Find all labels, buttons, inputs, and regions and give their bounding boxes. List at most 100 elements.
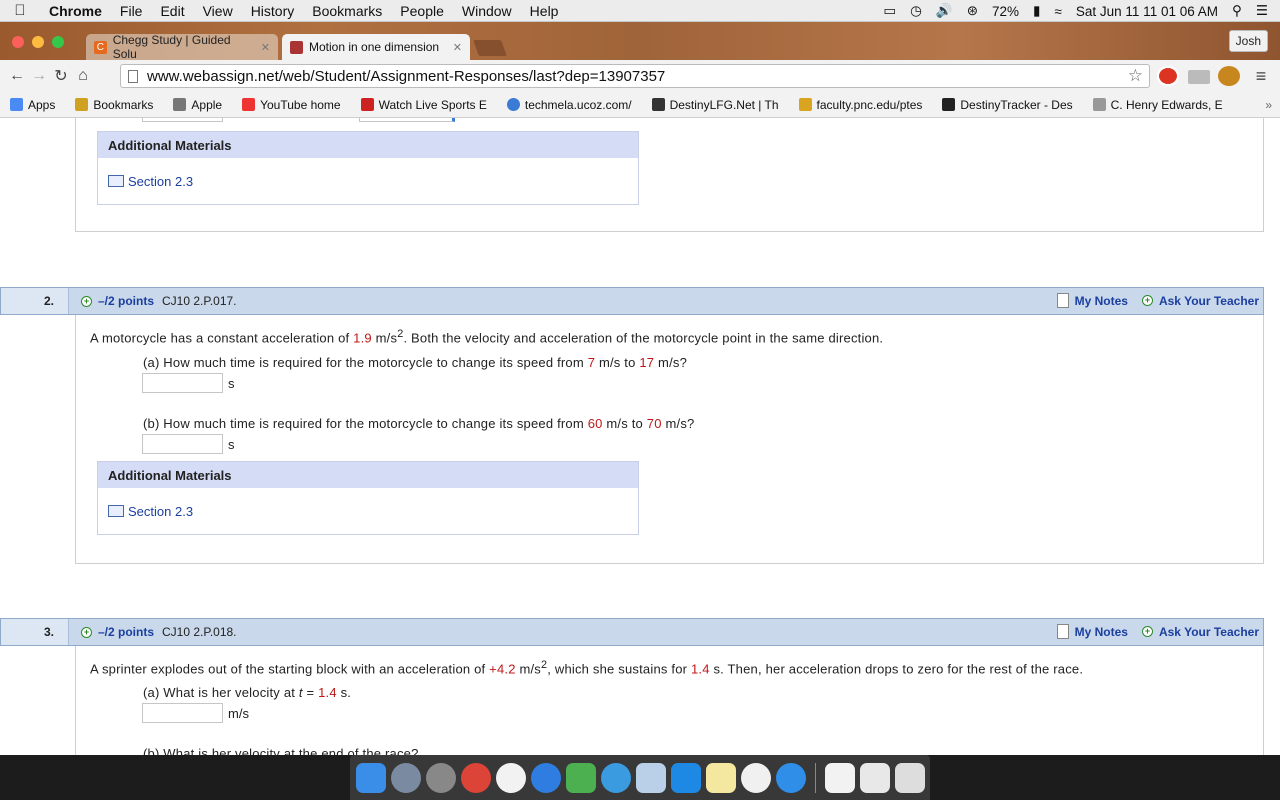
question-number: 2. [1, 288, 69, 314]
menu-app-name[interactable]: Chrome [40, 3, 111, 19]
bluetooth-icon[interactable]: ⊛ [967, 3, 978, 19]
system-preferences-icon[interactable] [426, 762, 456, 793]
apple-menu-icon[interactable]:  [0, 2, 40, 19]
macos-menubar:  Chrome File Edit View History Bookmark… [0, 0, 1280, 22]
notes-icon[interactable] [1056, 293, 1069, 308]
section-link[interactable]: Section 2.3 [128, 174, 193, 189]
spotlight-icon[interactable]: ⚲ [1232, 3, 1242, 19]
bookmark-pnc[interactable]: faculty.pnc.edu/ptes [789, 98, 933, 112]
webassign-favicon-icon [290, 40, 303, 54]
extension-icon[interactable] [1218, 66, 1240, 86]
ask-plus-icon[interactable]: + [1141, 295, 1153, 306]
bookmark-techmela[interactable]: techmela.ucoz.com/ [497, 98, 642, 112]
zoom-window-button[interactable] [52, 36, 64, 48]
messages-icon[interactable] [601, 762, 631, 793]
expand-plus-icon[interactable]: + [81, 626, 92, 638]
bookmark-sports[interactable]: Watch Live Sports E [351, 98, 497, 112]
page-info-icon[interactable] [128, 70, 138, 83]
app-store-icon[interactable] [531, 762, 561, 793]
menu-help[interactable]: Help [521, 3, 568, 19]
photos-icon[interactable] [741, 762, 771, 793]
url-text: www.webassign.net/web/Student/Assignment… [147, 67, 666, 85]
tab-close-icon[interactable]: ✕ [453, 41, 462, 54]
menu-history[interactable]: History [242, 3, 304, 19]
additional-materials-heading: Additional Materials [98, 132, 638, 158]
forward-icon[interactable]: → [28, 67, 50, 85]
ask-teacher-link[interactable]: Ask Your Teacher [1159, 625, 1259, 639]
question-3a-text: (a) What is her velocity at t = 1.4 s. [143, 685, 352, 700]
finder-icon[interactable] [356, 762, 386, 793]
skype-icon[interactable] [671, 762, 701, 793]
notification-center-icon[interactable]: ☰ [1256, 3, 1268, 19]
tab-close-icon[interactable]: ✕ [261, 41, 270, 54]
preview-icon[interactable] [636, 762, 666, 793]
answer-3a-input[interactable] [142, 703, 223, 723]
notes-icon[interactable] [1056, 624, 1069, 639]
chrome-menu-icon[interactable]: ≡ [1250, 66, 1272, 87]
bookmarks-overflow-icon[interactable]: » [1265, 98, 1280, 112]
cast-icon[interactable] [1188, 70, 1210, 84]
home-icon[interactable]: ⌂ [72, 67, 94, 85]
menu-edit[interactable]: Edit [151, 3, 193, 19]
battery-icon: ▮ [1033, 3, 1041, 18]
battery-percent[interactable]: 72% [992, 4, 1019, 19]
question-code: CJ10 2.P.017. [162, 294, 237, 308]
question-number: 3. [1, 619, 69, 645]
bookmark-folder[interactable]: Bookmarks [65, 98, 163, 112]
menu-file[interactable]: File [111, 3, 152, 19]
tab-chegg[interactable]: C Chegg Study | Guided Solu ✕ [86, 33, 278, 61]
profile-button[interactable]: Josh [1228, 30, 1268, 52]
clock[interactable]: Sat Jun 11 11 01 06 AM [1076, 4, 1218, 19]
bookmark-edwards[interactable]: C. Henry Edwards, E [1083, 98, 1233, 112]
additional-materials-heading: Additional Materials [98, 462, 638, 488]
section-link[interactable]: Section 2.3 [128, 504, 193, 519]
menu-window[interactable]: Window [453, 3, 521, 19]
volume-icon[interactable]: 🔊 [936, 3, 953, 19]
menu-people[interactable]: People [391, 3, 453, 19]
bookmark-apple[interactable]: Apple [163, 98, 232, 112]
question-code: CJ10 2.P.018. [162, 625, 237, 639]
bookmark-apps[interactable]: Apps [0, 98, 65, 112]
close-window-button[interactable] [12, 36, 24, 48]
apps-grid-icon [10, 98, 23, 111]
bookmark-destinytracker[interactable]: DestinyTracker - Des [932, 98, 1082, 112]
launchpad-icon[interactable] [391, 762, 421, 793]
chrome-icon[interactable] [461, 762, 491, 793]
trash-icon[interactable] [895, 762, 925, 793]
safari-icon[interactable] [776, 762, 806, 793]
notes-app-icon[interactable] [706, 762, 736, 793]
address-bar[interactable]: www.webassign.net/web/Student/Assignment… [120, 64, 1150, 88]
bookmark-destinylfg[interactable]: DestinyLFG.Net | Th [642, 98, 789, 112]
bookmark-youtube[interactable]: YouTube home [232, 98, 351, 112]
my-notes-link[interactable]: My Notes [1075, 625, 1128, 639]
airplay-icon[interactable]: ▭ [883, 3, 896, 19]
facetime-icon[interactable] [566, 762, 596, 793]
window-controls [12, 36, 64, 48]
answer-2a-input[interactable] [142, 373, 223, 393]
menu-view[interactable]: View [194, 3, 242, 19]
question-points[interactable]: –/2 points [98, 625, 154, 639]
expand-plus-icon[interactable]: + [81, 295, 92, 307]
question-2-text: A motorcycle has a constant acceleration… [90, 328, 884, 346]
minimize-window-button[interactable] [32, 36, 44, 48]
downloads-icon[interactable] [860, 762, 890, 793]
new-tab-button[interactable] [473, 40, 507, 56]
answer-2b-input[interactable] [142, 434, 223, 454]
documents-icon[interactable] [825, 762, 855, 793]
question-points[interactable]: –/2 points [98, 294, 154, 308]
back-icon[interactable]: ← [6, 67, 28, 85]
ask-teacher-link[interactable]: Ask Your Teacher [1159, 294, 1259, 308]
menu-bookmarks[interactable]: Bookmarks [303, 3, 391, 19]
time-machine-icon[interactable]: ◷ [910, 3, 922, 19]
wifi-icon[interactable]: ≈ [1054, 4, 1061, 19]
chegg-favicon-icon: C [94, 40, 107, 54]
itunes-icon[interactable] [496, 762, 526, 793]
bookmark-star-icon[interactable]: ☆ [1128, 66, 1143, 86]
tab-motion[interactable]: Motion in one dimension ✕ [282, 34, 470, 60]
additional-materials-q2: Additional Materials Section 2.3 [97, 461, 639, 535]
reload-icon[interactable]: ↻ [50, 66, 72, 86]
my-notes-link[interactable]: My Notes [1075, 294, 1128, 308]
ask-plus-icon[interactable]: + [1141, 626, 1153, 637]
adblock-extension-icon[interactable] [1157, 66, 1179, 86]
question-3b-text: (b) What is her velocity at the end of t… [143, 746, 419, 755]
